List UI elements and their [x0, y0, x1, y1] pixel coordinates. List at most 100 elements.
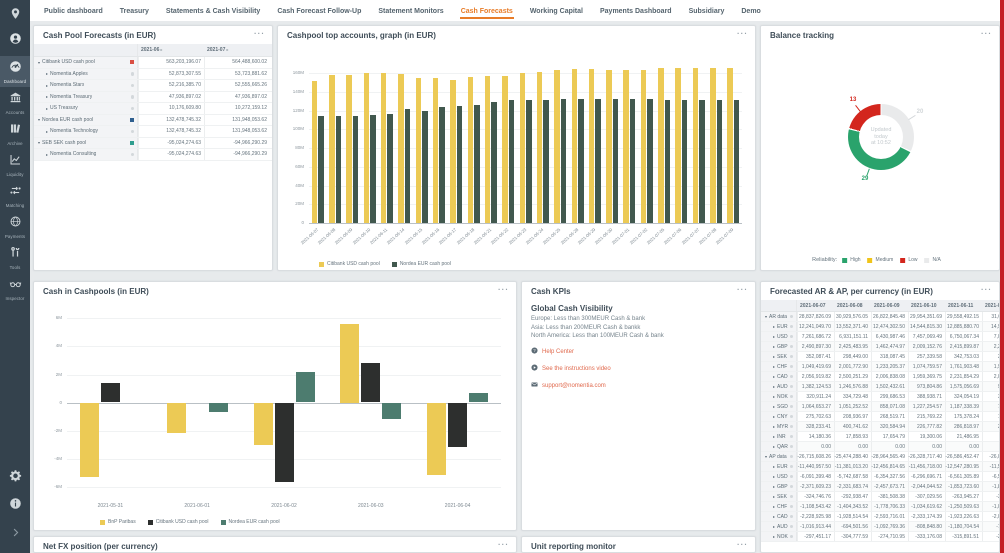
chart-bar: [275, 403, 294, 483]
panel-menu-icon[interactable]: ···: [737, 31, 748, 36]
sort-arrow-icon[interactable]: ▸: [159, 47, 162, 52]
y-axis-label: -4M: [35, 456, 62, 461]
sidebar-item-payments[interactable]: Payments: [0, 211, 30, 242]
column-header-2021-06-14[interactable]: 2021-06-14: [982, 303, 1000, 309]
legend-item-nordea-eur-cash-pool[interactable]: Nordea EUR cash pool: [392, 261, 451, 267]
row-label-cell: ▾Nordea EUR cash pool: [34, 115, 138, 126]
legend-label: Medium: [876, 257, 894, 263]
user-avatar[interactable]: [9, 32, 22, 50]
table-cell-value: 299,686.53: [871, 392, 908, 401]
table-cell-value: -324,746.76: [797, 492, 834, 501]
panel-menu-icon[interactable]: ···: [498, 542, 509, 547]
panel-menu-icon[interactable]: ···: [737, 542, 748, 547]
sidebar-item-archive[interactable]: Archive: [0, 118, 30, 149]
chart-bar: [572, 69, 578, 223]
column-header-2021-06-08[interactable]: 2021-06-08: [834, 303, 871, 309]
nav-tab-demo[interactable]: Demo: [740, 3, 761, 19]
legend-label: BnP Paribas: [108, 519, 136, 525]
info-button[interactable]: [9, 497, 22, 515]
kpi-link-see-the-instructions-video[interactable]: See the instructions video: [531, 364, 755, 373]
collapse-button[interactable]: [10, 525, 21, 543]
legend-item-citibank-usd-cash-pool[interactable]: Citibank USD cash pool: [319, 261, 380, 267]
sidebar-item-accounts[interactable]: Accounts: [0, 87, 30, 118]
sidebar-item-matching[interactable]: Matching: [0, 180, 30, 211]
table-cell-value: 28,837,826.09: [797, 312, 834, 321]
x-axis-label: 2021-05-31: [80, 503, 140, 509]
sidebar-item-inspector[interactable]: Inspector: [0, 273, 30, 304]
table-cell-value: 2,425,483.95: [834, 342, 871, 351]
nav-tab-statement-monitors[interactable]: Statement Monitors: [377, 3, 444, 19]
x-axis-label: 2021-06-02: [254, 503, 314, 509]
legend-item-high[interactable]: High: [842, 257, 860, 263]
row-label-cell: ▸Nomentia Stars: [34, 80, 138, 91]
nav-tab-statements-cash-visibility[interactable]: Statements & Cash Visibility: [165, 3, 261, 19]
chart-bar: [433, 78, 439, 223]
legend-item-nordea-eur-cash-pool[interactable]: Nordea EUR cash pool: [221, 519, 280, 525]
settings-button[interactable]: [9, 469, 22, 487]
table-cell-value: 318,087.45: [871, 352, 908, 361]
y-axis-label: -2M: [35, 428, 62, 433]
table-cell-value: -297,451.17: [797, 532, 834, 541]
chart-bar: [450, 80, 456, 223]
table-cell-value: -1,849,955: [982, 482, 1000, 491]
chart-bar: [630, 99, 636, 223]
status-indicator: [790, 395, 794, 399]
chart-bar: [439, 107, 445, 223]
sidebar-item-dashboard[interactable]: Dashboard: [0, 56, 30, 87]
table-cell-value: -2,228,925.98: [797, 512, 834, 521]
sidebar-item-liquidity[interactable]: Liquidity: [0, 149, 30, 180]
sort-arrow-icon[interactable]: ▸: [225, 47, 228, 52]
nav-tab-cash-forecasts[interactable]: Cash Forecasts: [460, 3, 514, 19]
row-label: Nomentia Treasury: [50, 94, 92, 100]
y-axis-label: 0: [279, 220, 304, 225]
panel-menu-icon[interactable]: ···: [737, 287, 748, 292]
chart-bar: [405, 109, 411, 223]
nav-tab-public-dashboard[interactable]: Public dashboard: [43, 3, 104, 19]
table-cell-value: 1,945,156: [982, 362, 1000, 371]
column-header-2021-06-07[interactable]: 2021-06-07: [797, 303, 834, 309]
table-cell-value: 1,761,903.48: [945, 362, 982, 371]
table-row-nomentia-stars: ▸Nomentia Stars52,216,385.7052,555,665.2…: [34, 80, 272, 92]
row-label-cell: ▸SEK: [761, 492, 797, 501]
table-row-gbp: ▸GBP2,490,897.302,425,483.951,462,474.97…: [761, 342, 1000, 352]
table-cell-value: 2,213,080: [982, 342, 1000, 351]
table-cell-value: 2,490,897.30: [797, 342, 834, 351]
legend-label: Low: [908, 257, 917, 263]
column-header-2021-07[interactable]: 2021-07 ▸: [204, 47, 270, 53]
column-header-2021-06-09[interactable]: 2021-06-09: [871, 303, 908, 309]
table-cell-value: 1,227,254.57: [908, 402, 945, 411]
kpi-link-support-nomentia-com[interactable]: support@nomentia.com: [531, 381, 755, 390]
table-cell-value: 776,101: [982, 402, 1000, 411]
panel-menu-icon[interactable]: ···: [254, 31, 265, 36]
nav-tab-payments-dashboard[interactable]: Payments Dashboard: [599, 3, 673, 19]
kpi-link-help-center[interactable]: ?Help Center: [531, 347, 755, 356]
legend-item-low[interactable]: Low: [900, 257, 917, 263]
legend-item-medium[interactable]: Medium: [868, 257, 894, 263]
row-label: AP data: [769, 454, 787, 460]
chart-bar: [641, 70, 647, 224]
x-axis-label: 2021-06-01: [167, 503, 227, 509]
legend-item-n-a[interactable]: N/A: [925, 257, 941, 263]
table-cell-value: 208,936.97: [834, 412, 871, 421]
row-label: SEK: [777, 494, 787, 500]
panel-menu-icon[interactable]: ···: [981, 31, 992, 36]
column-header-2021-06-10[interactable]: 2021-06-10: [908, 303, 945, 309]
legend-item-bnp-paribas[interactable]: BnP Paribas: [100, 519, 136, 525]
nav-tab-cash-forecast-follow-up[interactable]: Cash Forecast Follow-Up: [276, 3, 362, 19]
chart-bar: [469, 393, 488, 403]
row-label-cell: ▸Nomentia Technology: [34, 126, 138, 137]
column-header-2021-06[interactable]: 2021-06 ▸: [138, 47, 204, 53]
sidebar-item-tools[interactable]: Tools: [0, 242, 30, 273]
status-indicator: [790, 375, 794, 379]
nav-tab-treasury[interactable]: Treasury: [119, 3, 150, 19]
legend-item-citibank-usd-cash-pool[interactable]: Citibank USD cash pool: [148, 519, 209, 525]
table-cell-value: 293,088: [982, 422, 1000, 431]
nav-tab-subsidiary[interactable]: Subsidiary: [688, 3, 726, 19]
panel-menu-icon[interactable]: ···: [981, 287, 992, 292]
panel-title: Cash KPIs: [531, 287, 571, 296]
table-header-corner: [761, 300, 797, 311]
nav-tab-working-capital[interactable]: Working Capital: [529, 3, 584, 19]
panel-menu-icon[interactable]: ···: [498, 287, 509, 292]
table-row-us-treasury: ▸US Treasury10,176,609.8010,272,159.12: [34, 103, 272, 115]
column-header-2021-06-11[interactable]: 2021-06-11: [945, 303, 982, 309]
